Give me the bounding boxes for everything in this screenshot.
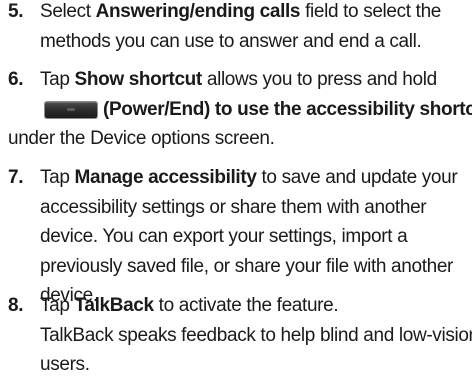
text-line: Select Answering/ending calls field to s… [40,1,442,22]
text-line: under the Device options screen. [8,128,275,149]
text-line: Tap Show shortcut allows you to press an… [40,69,437,90]
text-line: device. You can export your settings, im… [40,226,408,247]
text-line: users. [40,354,90,375]
step-text: Tap Show shortcut allows you to press an… [8,65,472,154]
instruction-list: 5. Select Answering/ending calls field t… [0,0,472,384]
bold-term: TalkBack [74,295,155,316]
step-text: Tap TalkBack to activate the feature. Ta… [40,291,472,380]
step-number: 5. [8,1,24,22]
bold-term: Answering/ending calls [95,1,301,22]
power-end-key-icon [45,101,97,118]
text-line: (Power/End) to use the accessibility sho… [40,95,472,125]
text-line: Tap TalkBack to activate the feature. [40,295,339,316]
bold-term: Show shortcut [74,69,203,90]
step-number: 7. [8,167,24,188]
text-line: Tap Manage accessibility to save and upd… [40,167,458,188]
step-text: Tap Manage accessibility to save and upd… [40,163,472,311]
text-line: methods you can use to answer and end a … [40,30,422,52]
text-line: TalkBack speaks feedback to help blind a… [40,324,472,346]
text-line: previously saved file, or share your fil… [40,255,454,277]
step-text: Select Answering/ending calls field to s… [40,0,472,56]
step-number: 6. [8,69,24,90]
step-number: 8. [8,295,24,316]
bold-term: Manage accessibility [74,167,257,188]
text-line: accessibility settings or share them wit… [40,196,427,218]
bold-term: Power/End [108,98,205,120]
